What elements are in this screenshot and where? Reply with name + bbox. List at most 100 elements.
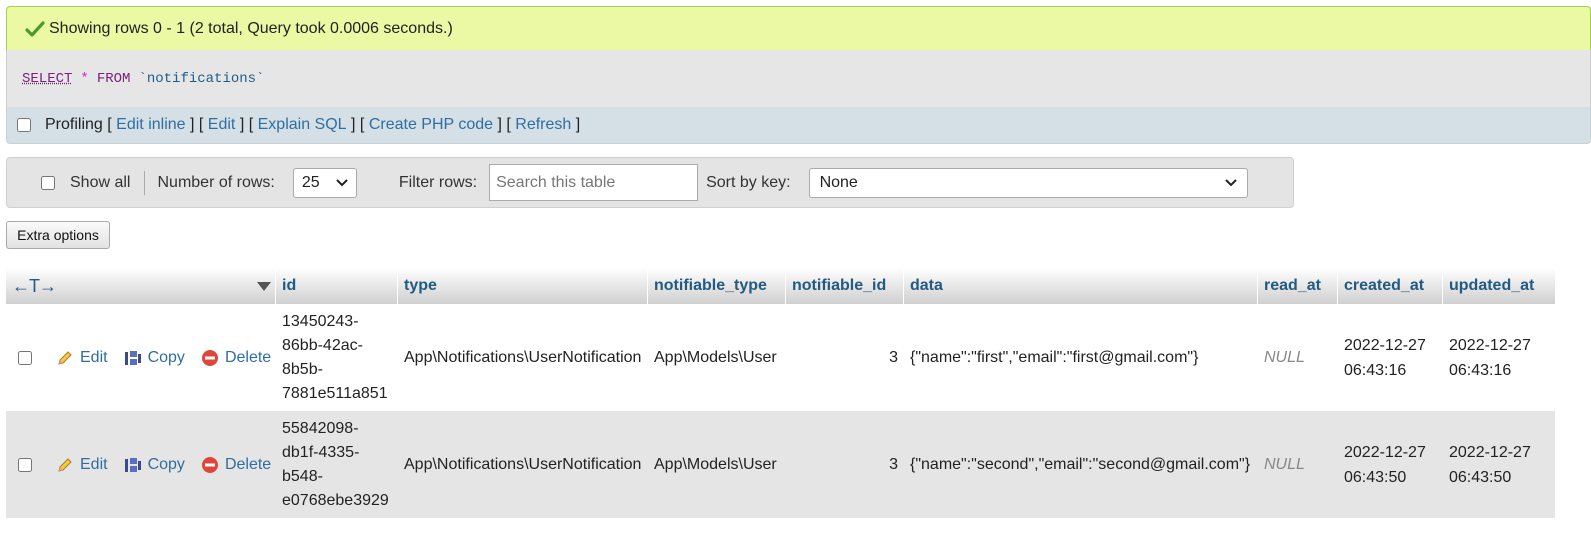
delete-icon [201, 349, 218, 366]
cell-created-at: 2022-12-27 06:43:50 [1338, 411, 1443, 518]
checkmark-icon [25, 20, 45, 37]
column-header-notifiable-id[interactable]: notifiable_id [786, 268, 904, 304]
cell-read-at: NULL [1264, 455, 1305, 473]
sql-query-box: SELECT * FROM `notifications` [6, 50, 1591, 107]
rows-count-select[interactable]: 25 [292, 167, 357, 198]
cell-notifiable-id: 3 [889, 455, 898, 473]
id-line: 55842098- [282, 419, 359, 437]
column-header-updated-at[interactable]: updated_at [1443, 268, 1555, 304]
row-actions: Edit Copy Delete [48, 411, 276, 518]
filter-rows-input[interactable] [489, 164, 699, 201]
table-row: Edit Copy Delete 13450243- 86bb-42ac- 8b… [6, 304, 1555, 411]
sort-by-key-select[interactable]: None [808, 167, 1248, 198]
column-arrows-icon[interactable]: ←T→ [12, 276, 57, 297]
sort-by-key-label: Sort by key: [706, 173, 791, 191]
cell-data: {"name":"second","email":"second@gmail.c… [910, 455, 1251, 473]
column-header-type[interactable]: type [398, 268, 648, 304]
id-line: e0768ebe3929 [282, 491, 389, 509]
copy-label: Copy [147, 348, 185, 366]
table-header: ←T→ id type notifiable_type notifiable_i… [6, 268, 1555, 304]
column-header-read-at[interactable]: read_at [1258, 268, 1338, 304]
profiling-label: Profiling [45, 116, 103, 133]
refresh-link[interactable]: Refresh [515, 116, 571, 134]
row-select-cell [6, 411, 48, 518]
cell-updated-at: 2022-12-27 06:43:50 [1443, 411, 1555, 518]
cell-type: App\Notifications\UserNotification [404, 348, 642, 366]
profiling-checkbox[interactable] [17, 118, 31, 132]
created-time: 06:43:16 [1344, 361, 1407, 379]
edit-label: Edit [80, 348, 108, 366]
cell-read-at: NULL [1264, 348, 1305, 366]
cell-id: 13450243- 86bb-42ac- 8b5b- 7881e511a851 [276, 304, 398, 411]
created-date: 2022-12-27 [1344, 443, 1426, 461]
row-actions: Edit Copy Delete [48, 304, 276, 411]
cell-created-at: 2022-12-27 06:43:16 [1338, 304, 1443, 411]
copy-icon [124, 350, 141, 365]
delete-label: Delete [224, 348, 272, 366]
row-select-cell [6, 304, 48, 411]
column-header-notifiable-type[interactable]: notifiable_type [648, 268, 786, 304]
edit-row-button[interactable]: Edit [56, 349, 108, 367]
chevron-down-icon [336, 178, 348, 186]
column-header-data[interactable]: data [904, 268, 1258, 304]
success-text: Showing rows 0 - 1 (2 total, Query took … [49, 19, 453, 37]
table-row: Edit Copy Delete 55842098- db1f-4335- b5… [6, 411, 1555, 518]
delete-label: Delete [224, 455, 272, 473]
edit-inline-link[interactable]: Edit inline [116, 116, 185, 134]
cell-type: App\Notifications\UserNotification [404, 455, 642, 473]
updated-time: 06:43:50 [1449, 468, 1512, 486]
sql-table-name: `notifications` [138, 70, 265, 87]
cell-notifiable-type: App\Models\User [654, 348, 777, 366]
id-line: db1f-4335- [282, 443, 360, 461]
id-line: b548- [282, 467, 323, 485]
sort-by-key-value: None [819, 173, 858, 191]
delete-row-button[interactable]: Delete [201, 456, 271, 474]
filter-rows-label: Filter rows: [398, 173, 478, 191]
delete-icon [201, 456, 218, 473]
updated-date: 2022-12-27 [1449, 443, 1531, 461]
copy-row-button[interactable]: Copy [124, 456, 185, 474]
updated-date: 2022-12-27 [1449, 336, 1531, 354]
row-checkbox[interactable] [18, 457, 32, 472]
created-date: 2022-12-27 [1344, 336, 1426, 354]
cell-updated-at: 2022-12-27 06:43:16 [1443, 304, 1555, 411]
create-php-code-link[interactable]: Create PHP code [369, 116, 493, 134]
rows-count-value: 25 [301, 173, 320, 191]
copy-label: Copy [147, 455, 185, 473]
id-line: 8b5b- [282, 360, 323, 378]
table-navigation-bar: Show all Number of rows: 25 Filter rows:… [6, 157, 1294, 208]
cell-data: {"name":"first","email":"first@gmail.com… [910, 348, 1199, 366]
divider [144, 170, 146, 195]
row-checkbox[interactable] [18, 350, 32, 365]
column-header-id[interactable]: id [276, 268, 398, 304]
copy-icon [124, 457, 141, 472]
extra-options-button[interactable]: Extra options [6, 221, 110, 249]
edit-row-button[interactable]: Edit [56, 456, 108, 474]
sql-keyword-from: FROM [96, 70, 131, 87]
results-table: ←T→ id type notifiable_type notifiable_i… [6, 268, 1555, 518]
column-header-created-at[interactable]: created_at [1338, 268, 1443, 304]
sql-star: * [80, 70, 89, 87]
edit-link[interactable]: Edit [208, 116, 236, 134]
sql-keyword-select[interactable]: SELECT [22, 71, 72, 87]
delete-row-button[interactable]: Delete [201, 349, 271, 367]
show-all-label: Show all [70, 173, 131, 191]
sort-triangle-icon[interactable] [257, 281, 271, 291]
id-line: 13450243- [282, 312, 359, 330]
query-tools-bar: Profiling [ Edit inline ] [ Edit ] [ Exp… [6, 107, 1591, 144]
pencil-icon [58, 350, 72, 365]
chevron-down-icon [1224, 178, 1237, 186]
pencil-icon [58, 457, 72, 472]
show-all-checkbox[interactable] [41, 175, 55, 190]
id-line: 86bb-42ac- [282, 336, 363, 354]
column-resize-header: ←T→ [6, 268, 276, 304]
rows-count-label: Number of rows: [157, 173, 275, 191]
updated-time: 06:43:16 [1449, 361, 1512, 379]
copy-row-button[interactable]: Copy [124, 349, 185, 367]
success-message: Showing rows 0 - 1 (2 total, Query took … [6, 6, 1591, 50]
created-time: 06:43:50 [1344, 468, 1407, 486]
explain-sql-link[interactable]: Explain SQL [258, 116, 347, 134]
cell-id: 55842098- db1f-4335- b548- e0768ebe3929 [276, 411, 398, 518]
cell-notifiable-type: App\Models\User [654, 455, 777, 473]
edit-label: Edit [80, 455, 108, 473]
